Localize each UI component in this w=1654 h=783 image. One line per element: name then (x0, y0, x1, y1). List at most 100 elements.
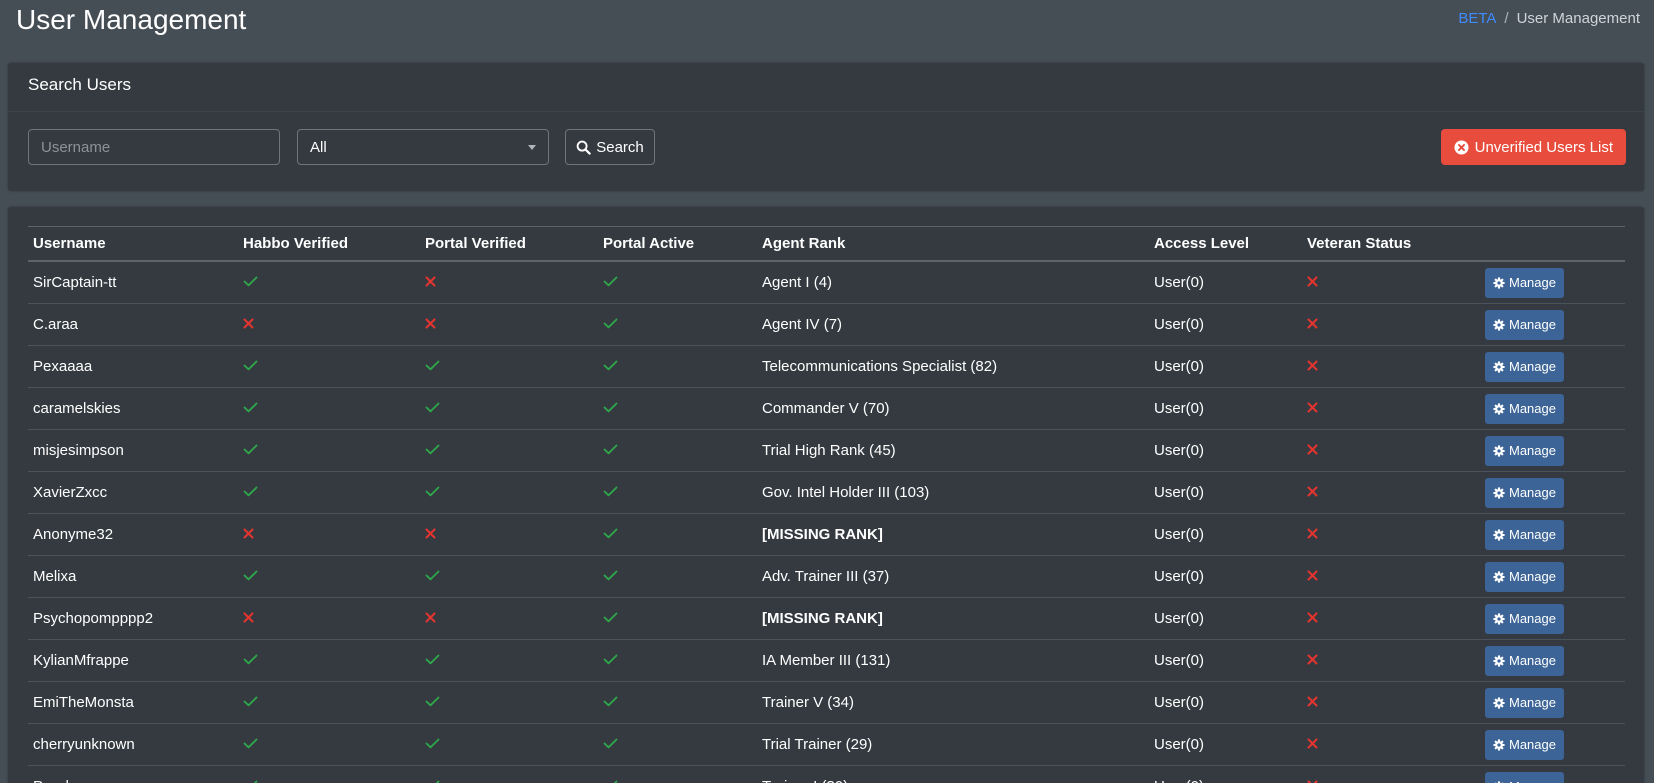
manage-button[interactable]: Manage (1485, 687, 1564, 718)
actions-cell: Manage (1480, 387, 1625, 430)
habbo-verified-cell (238, 471, 420, 514)
column-header-3: Portal Active (598, 226, 757, 262)
agent-rank-cell: Telecommunications Specialist (82) (757, 345, 1149, 388)
manage-button[interactable]: Manage (1485, 645, 1564, 676)
check-icon (425, 486, 440, 497)
cross-icon (425, 612, 436, 623)
manage-button[interactable]: Manage (1485, 561, 1564, 592)
check-icon (243, 360, 258, 371)
portal-active-cell (598, 765, 757, 783)
check-icon (603, 612, 618, 623)
cross-icon (1307, 528, 1318, 539)
check-icon (425, 738, 440, 749)
manage-button-label: Manage (1509, 317, 1556, 332)
veteran-status-cell (1302, 303, 1480, 346)
manage-button-label: Manage (1509, 779, 1556, 783)
portal-verified-cell (420, 723, 598, 766)
habbo-verified-cell (238, 387, 420, 430)
column-header-0: Username (28, 226, 238, 262)
veteran-status-cell (1302, 723, 1480, 766)
portal-active-cell (598, 723, 757, 766)
actions-cell: Manage (1480, 471, 1625, 514)
cross-icon (1307, 486, 1318, 497)
gear-icon (1493, 402, 1505, 415)
check-icon (603, 276, 618, 287)
veteran-status-cell (1302, 429, 1480, 472)
manage-button[interactable]: Manage (1485, 603, 1564, 634)
access-level-cell: User(0) (1149, 471, 1302, 514)
portal-verified-cell (420, 597, 598, 640)
portal-verified-cell (420, 387, 598, 430)
actions-cell: Manage (1480, 513, 1625, 556)
username-cell: cherryunknown (28, 723, 238, 766)
manage-button[interactable]: Manage (1485, 393, 1564, 424)
agent-rank-cell: [MISSING RANK] (757, 513, 1149, 556)
username-input[interactable] (28, 129, 280, 165)
habbo-verified-cell (238, 513, 420, 556)
check-icon (603, 738, 618, 749)
manage-button[interactable]: Manage (1485, 435, 1564, 466)
table-row: C.araa Agent IV (7) User(0) Manage (28, 303, 1625, 346)
column-header-2: Portal Verified (420, 226, 598, 262)
check-icon (425, 696, 440, 707)
portal-verified-cell (420, 471, 598, 514)
column-header-7 (1480, 226, 1625, 262)
breadcrumb-current: User Management (1516, 10, 1640, 27)
agent-rank-cell: Gov. Intel Holder III (103) (757, 471, 1149, 514)
search-button[interactable]: Search (565, 129, 655, 165)
gear-icon (1493, 612, 1505, 625)
check-icon (603, 570, 618, 581)
table-row: Pexaaaa Telecommunications Specialist (82… (28, 345, 1625, 388)
habbo-verified-cell (238, 723, 420, 766)
table-row: Melixa Adv. Trainer III (37) User(0) Manage (28, 555, 1625, 598)
portal-active-cell (598, 429, 757, 472)
filter-select[interactable]: All (297, 129, 549, 165)
username-cell: Pexaaaa (28, 345, 238, 388)
manage-button-label: Manage (1509, 653, 1556, 668)
manage-button-label: Manage (1509, 275, 1556, 290)
manage-button[interactable]: Manage (1485, 519, 1564, 550)
habbo-verified-cell (238, 261, 420, 304)
portal-verified-cell (420, 681, 598, 724)
table-row: Anonyme32 [MISSING RANK] User(0) Manage (28, 513, 1625, 556)
habbo-verified-cell (238, 681, 420, 724)
manage-button[interactable]: Manage (1485, 729, 1564, 760)
habbo-verified-cell (238, 765, 420, 783)
check-icon (603, 360, 618, 371)
username-cell: Anonyme32 (28, 513, 238, 556)
agent-rank-cell: Trainer I (30) (757, 765, 1149, 783)
veteran-status-cell (1302, 639, 1480, 682)
portal-active-cell (598, 345, 757, 388)
gear-icon (1493, 528, 1505, 541)
check-icon (243, 402, 258, 413)
manage-button[interactable]: Manage (1485, 351, 1564, 382)
actions-cell: Manage (1480, 429, 1625, 472)
manage-button[interactable]: Manage (1485, 309, 1564, 340)
check-icon (425, 444, 440, 455)
search-card-title: Search Users (28, 75, 131, 94)
manage-button[interactable]: Manage (1485, 771, 1564, 783)
username-cell: misjesimpson (28, 429, 238, 472)
cross-icon (1307, 276, 1318, 287)
breadcrumb-beta-link[interactable]: BETA (1458, 10, 1496, 27)
portal-active-cell (598, 597, 757, 640)
manage-button[interactable]: Manage (1485, 267, 1564, 298)
manage-button[interactable]: Manage (1485, 477, 1564, 508)
cross-icon (1307, 696, 1318, 707)
caret-down-icon (528, 145, 536, 150)
check-icon (603, 696, 618, 707)
breadcrumb-separator: / (1504, 10, 1509, 27)
portal-active-cell (598, 681, 757, 724)
check-icon (243, 696, 258, 707)
username-cell: Psychopompppp (28, 765, 238, 783)
habbo-verified-cell (238, 429, 420, 472)
table-row: KylianMfrappe IA Member III (131) User(0) M… (28, 639, 1625, 682)
page-title: User Management (16, 4, 247, 35)
check-icon (603, 402, 618, 413)
unverified-users-button[interactable]: Unverified Users List (1440, 129, 1626, 165)
access-level-cell: User(0) (1149, 345, 1302, 388)
veteran-status-cell (1302, 513, 1480, 556)
table-header-row: Username Habbo Verified Portal Verified Por… (28, 226, 1625, 262)
access-level-cell: User(0) (1149, 681, 1302, 724)
cross-icon (1307, 738, 1318, 749)
